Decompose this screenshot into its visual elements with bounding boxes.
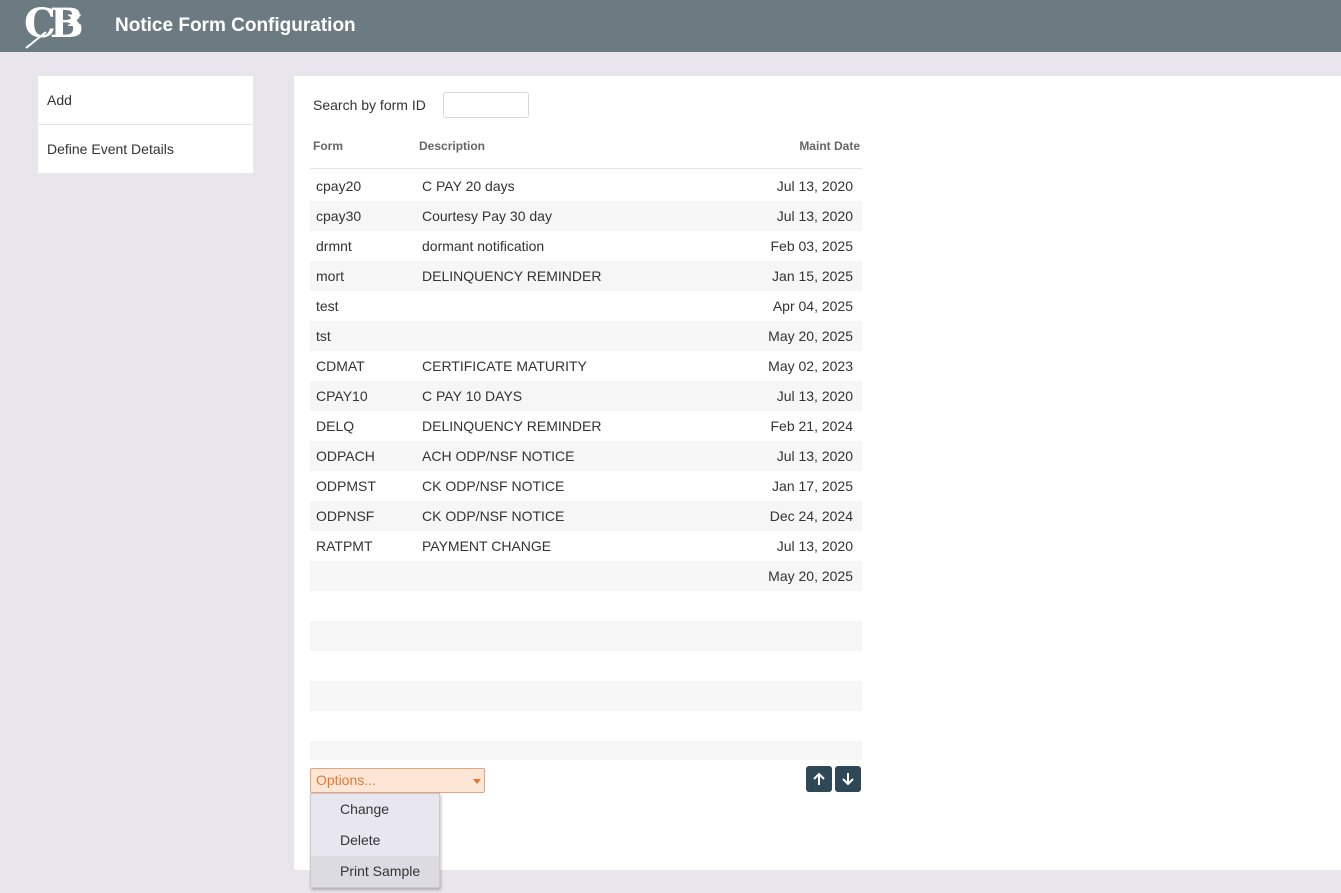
sidebar-item-define-event-details[interactable]: Define Event Details bbox=[38, 125, 253, 173]
empty-row bbox=[310, 711, 862, 741]
table-row[interactable]: ODPACH ACH ODP/NSF NOTICE Jul 13, 2020 bbox=[310, 441, 862, 471]
menu-item-print-sample[interactable]: Print Sample bbox=[311, 856, 439, 887]
column-header-description[interactable]: Description bbox=[419, 139, 485, 153]
search-label: Search by form ID bbox=[313, 97, 426, 113]
empty-row bbox=[310, 741, 862, 760]
search-input[interactable] bbox=[443, 92, 529, 118]
table-row[interactable]: cpay20 C PAY 20 days Jul 13, 2020 bbox=[310, 171, 862, 201]
arrow-up-icon bbox=[813, 772, 825, 785]
page-title: Notice Form Configuration bbox=[115, 15, 356, 36]
table-row[interactable]: ODPMST CK ODP/NSF NOTICE Jan 17, 2025 bbox=[310, 471, 862, 501]
sidebar-item-label: Define Event Details bbox=[47, 141, 174, 157]
cell-maint-date: Dec 24, 2024 bbox=[769, 508, 853, 524]
main-panel: Search by form ID Form Description Maint… bbox=[294, 76, 1341, 888]
options-menu: Change Delete Print Sample bbox=[310, 793, 440, 888]
cell-form: CDMAT bbox=[316, 358, 365, 374]
table-row[interactable]: tst May 20, 2025 bbox=[310, 321, 862, 351]
cell-description: Courtesy Pay 30 day bbox=[422, 208, 552, 224]
cell-form: ODPNSF bbox=[316, 508, 375, 524]
sidebar: Add Define Event Details bbox=[38, 76, 253, 173]
table-row[interactable]: RATPMT PAYMENT CHANGE Jul 13, 2020 bbox=[310, 531, 862, 561]
cell-description: CK ODP/NSF NOTICE bbox=[422, 478, 565, 494]
column-header-maint-date[interactable]: Maint Date bbox=[799, 139, 860, 153]
cell-form: RATPMT bbox=[316, 538, 373, 554]
cell-description: C PAY 20 days bbox=[422, 178, 515, 194]
cell-maint-date: Jan 15, 2025 bbox=[772, 268, 853, 284]
cell-maint-date: May 02, 2023 bbox=[768, 358, 853, 374]
cell-form: drmnt bbox=[316, 238, 352, 254]
cell-description: ACH ODP/NSF NOTICE bbox=[422, 448, 575, 464]
cell-form: mort bbox=[316, 268, 344, 284]
empty-row bbox=[310, 621, 862, 651]
sidebar-item-label: Add bbox=[47, 92, 72, 108]
cell-maint-date: Jan 17, 2025 bbox=[772, 478, 853, 494]
forms-table: Form Description Maint Date cpay20 C PAY … bbox=[310, 132, 862, 760]
cell-maint-date: Jul 13, 2020 bbox=[776, 448, 853, 464]
column-header-form[interactable]: Form bbox=[313, 139, 343, 153]
table-header: Form Description Maint Date bbox=[310, 132, 862, 169]
cell-maint-date: Jul 13, 2020 bbox=[776, 538, 853, 554]
cell-form: ODPMST bbox=[316, 478, 376, 494]
cell-maint-date: Jul 13, 2020 bbox=[776, 208, 853, 224]
cell-description: C PAY 10 DAYS bbox=[422, 388, 523, 404]
empty-row bbox=[310, 681, 862, 711]
cell-maint-date: Feb 21, 2024 bbox=[770, 418, 853, 434]
cell-description: DELINQUENCY REMINDER bbox=[422, 268, 602, 284]
empty-row bbox=[310, 591, 862, 621]
table-row[interactable]: DELQ DELINQUENCY REMINDER Feb 21, 2024 bbox=[310, 411, 862, 441]
cell-maint-date: Apr 04, 2025 bbox=[772, 298, 853, 314]
caret-down-icon bbox=[473, 779, 481, 784]
cell-form: CPAY10 bbox=[316, 388, 368, 404]
sidebar-item-add[interactable]: Add bbox=[38, 76, 253, 125]
cell-form: tst bbox=[316, 328, 331, 344]
table-row[interactable]: test Apr 04, 2025 bbox=[310, 291, 862, 321]
cell-form: test bbox=[316, 298, 339, 314]
cell-description: CERTIFICATE MATURITY bbox=[422, 358, 587, 374]
top-bar: CB x Notice Form Configuration bbox=[0, 0, 1341, 52]
arrow-down-icon bbox=[842, 773, 854, 786]
logo-mark: x bbox=[68, 6, 82, 32]
table-row[interactable]: CDMAT CERTIFICATE MATURITY May 02, 2023 bbox=[310, 351, 862, 381]
cbx-logo: CB x bbox=[22, 0, 92, 49]
cell-maint-date: May 20, 2025 bbox=[768, 328, 853, 344]
cell-form: cpay30 bbox=[316, 208, 362, 224]
options-dropdown-label: Options... bbox=[316, 772, 376, 788]
empty-row bbox=[310, 651, 862, 681]
cell-maint-date: May 20, 2025 bbox=[768, 568, 853, 584]
cell-maint-date: Feb 03, 2025 bbox=[770, 238, 853, 254]
cell-form: DELQ bbox=[316, 418, 355, 434]
move-up-button[interactable] bbox=[806, 766, 832, 792]
table-row[interactable]: drmnt dormant notification Feb 03, 2025 bbox=[310, 231, 862, 261]
cell-maint-date: Jul 13, 2020 bbox=[776, 388, 853, 404]
menu-item-change[interactable]: Change bbox=[311, 794, 439, 825]
options-dropdown[interactable]: Options... bbox=[310, 768, 485, 793]
cell-form: cpay20 bbox=[316, 178, 362, 194]
cell-form: ODPACH bbox=[316, 448, 375, 464]
table-row[interactable]: ODPNSF CK ODP/NSF NOTICE Dec 24, 2024 bbox=[310, 501, 862, 531]
table-row[interactable]: CPAY10 C PAY 10 DAYS Jul 13, 2020 bbox=[310, 381, 862, 411]
cell-description: dormant notification bbox=[422, 238, 545, 254]
table-body: cpay20 C PAY 20 days Jul 13, 2020 cpay30 Co… bbox=[310, 171, 862, 760]
cell-description: PAYMENT CHANGE bbox=[422, 538, 552, 554]
table-row[interactable]: mort DELINQUENCY REMINDER Jan 15, 2025 bbox=[310, 261, 862, 291]
table-row[interactable]: May 20, 2025 bbox=[310, 561, 862, 591]
cell-description: DELINQUENCY REMINDER bbox=[422, 418, 602, 434]
table-row[interactable]: cpay30 Courtesy Pay 30 day Jul 13, 2020 bbox=[310, 201, 862, 231]
cell-maint-date: Jul 13, 2020 bbox=[776, 178, 853, 194]
cell-description: CK ODP/NSF NOTICE bbox=[422, 508, 565, 524]
menu-item-delete[interactable]: Delete bbox=[311, 825, 439, 856]
move-down-button[interactable] bbox=[835, 766, 861, 792]
